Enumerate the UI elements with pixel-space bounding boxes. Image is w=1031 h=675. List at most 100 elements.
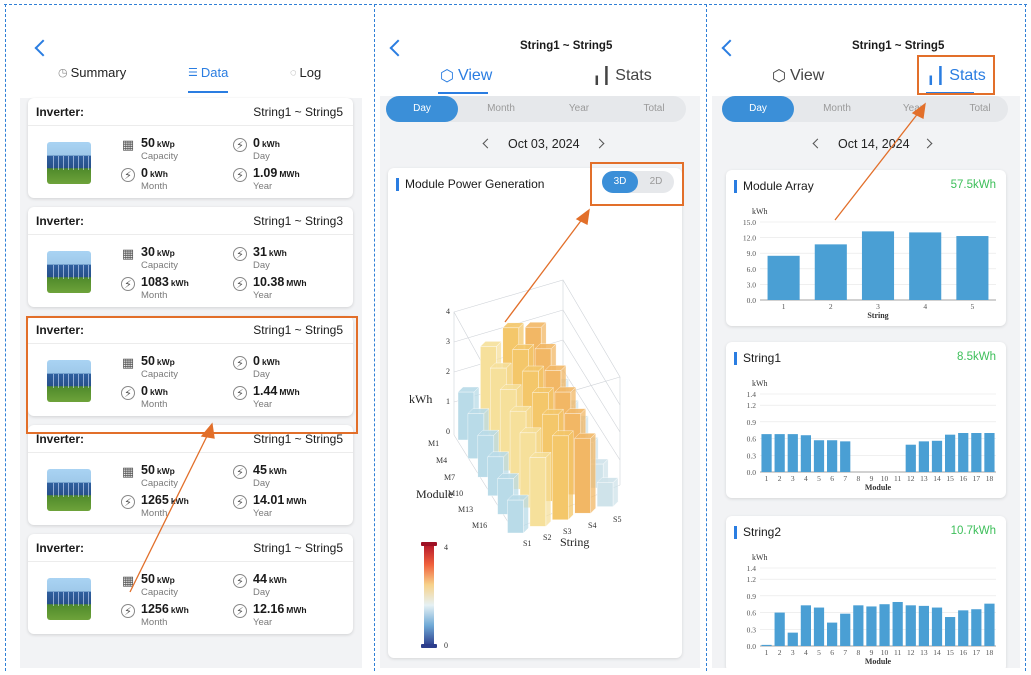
metric: ⚡ 31 kWh Day (233, 245, 287, 272)
color-scale-top-handle[interactable] (421, 542, 437, 546)
x-tick-s5: S5 (613, 515, 621, 524)
x-axis-label: Module (865, 657, 892, 666)
color-scale-bottom-handle[interactable] (421, 644, 437, 648)
bar (787, 632, 798, 646)
period-year[interactable]: Year (546, 96, 612, 122)
bar (840, 613, 851, 646)
x-tick-label: 5 (817, 648, 821, 657)
tab-log[interactable]: ◌ Log (290, 65, 321, 80)
period-total[interactable]: Total (622, 96, 686, 122)
bar-3d-front (507, 499, 524, 534)
metric: ⚡ 1083 kWh Month (121, 275, 189, 302)
metric: ⚡ 1265 kWh Month (121, 493, 189, 520)
y-tick-label: 1.2 (747, 401, 757, 410)
period-day[interactable]: Day (386, 96, 458, 122)
x-tick-label: 3 (791, 474, 795, 483)
metric-value: 1265 kWh (141, 493, 189, 507)
y-tick-label: 0.0 (747, 296, 757, 305)
bar (866, 606, 877, 646)
active-tab-underline (188, 91, 228, 93)
energy-icon: ⚡ (233, 168, 247, 182)
metric: ⚡ 1.09 MWh Year (233, 166, 300, 193)
y-tick-m13: M13 (458, 505, 473, 514)
bar (813, 440, 825, 472)
y-tick-label: 0.0 (747, 468, 757, 477)
period-month[interactable]: Month (802, 96, 872, 122)
tab-data[interactable]: ☰ Data (188, 65, 228, 80)
inverter-card[interactable]: Inverter: String1 ~ String5 ▦ 50 kWp Capa… (28, 98, 353, 198)
tab-view-label: View (789, 67, 825, 84)
metric-label: Day (253, 260, 270, 271)
card-title: String2 (743, 525, 782, 539)
metric: ⚡ 45 kWh Day (233, 463, 287, 490)
chat-icon: ◌ (290, 66, 297, 79)
tab-summary-label: Summary (70, 65, 127, 80)
panel-divider-1 (374, 4, 375, 671)
tab-summary[interactable]: ◷ Summary (58, 65, 126, 80)
y-tick-m7: M7 (444, 473, 455, 482)
x-tick-label: 16 (959, 648, 967, 657)
metric-label: Capacity (141, 587, 178, 598)
inverter-card[interactable]: Inverter: String1 ~ String3 ▦ 30 kWp Capa… (28, 207, 353, 307)
period-total[interactable]: Total (952, 96, 1008, 122)
metric-label: Month (141, 617, 168, 628)
metric-label: Day (253, 151, 270, 162)
x-tick-label: 15 (946, 648, 954, 657)
3d-bar-chart: 4 3 2 1 0 kWh M1 M4 M7 M10 M13 M16 Modul… (409, 279, 621, 650)
solar-panel-image (47, 578, 91, 620)
inverter-strings: String1 ~ String5 (253, 540, 343, 555)
inverter-label: Inverter: (36, 213, 85, 228)
bar-3d-side (568, 430, 574, 521)
x-tick-label: 2 (829, 302, 833, 311)
panel-divider-2 (706, 4, 707, 671)
bar-3d-front (552, 435, 569, 520)
metric-label: Day (253, 478, 270, 489)
x-tick-label: 1 (782, 302, 786, 311)
tab-view[interactable]: ⬡ View (772, 66, 824, 86)
x-tick-label: 4 (804, 474, 808, 483)
metric-value: 50 kWp (141, 463, 175, 477)
back-arrow-icon[interactable] (721, 39, 739, 57)
period-selector: Day Month Year Total (722, 96, 1008, 122)
tab-stats[interactable]: ╻┃ Stats (592, 66, 652, 86)
back-arrow-icon[interactable] (34, 39, 52, 57)
y-tick-m1: M1 (428, 439, 439, 448)
bar (840, 441, 851, 472)
scale-max-label: 4 (444, 543, 448, 552)
period-day[interactable]: Day (722, 96, 794, 122)
module-power-card: Module Power Generation 3D 2D 4 3 2 1 0 … (388, 168, 682, 658)
period-month[interactable]: Month (466, 96, 536, 122)
metric: ▦ 30 kWp Capacity (121, 245, 178, 272)
cube-icon: ⬡ (772, 68, 786, 85)
energy-icon: ⚡ (121, 604, 135, 618)
metric-value: 12.16 MWh (253, 602, 307, 616)
inverter-card[interactable]: Inverter: String1 ~ String5 ▦ 50 kWp Capa… (28, 534, 353, 634)
metric: ▦ 50 kWp Capacity (121, 136, 178, 163)
back-arrow-icon[interactable] (389, 39, 407, 57)
y-tick-label: 1.2 (747, 575, 757, 584)
bar (892, 601, 903, 646)
tab-view[interactable]: ⬡ View (440, 66, 492, 86)
stats-screen: String1 ~ String5 ⬡ View ╻┃ Stats Day Mo… (712, 8, 1020, 668)
string1-card: String1 8.5kWh kWh 0.0 0.3 0.6 0.9 1.2 1.4 1 2 3 4… (726, 342, 1006, 498)
y-tick-label: 6.0 (747, 265, 757, 274)
scale-min-label: 0 (444, 641, 448, 650)
bar (905, 605, 916, 646)
panel-icon: ▦ (121, 246, 135, 261)
color-scale-bar (424, 544, 434, 646)
card-title-accent (734, 526, 737, 539)
x-tick-label: 13 (920, 648, 928, 657)
metric-value: 31 kWh (253, 245, 287, 259)
x-tick-label: 1 (765, 474, 769, 483)
card-title: Module Power Generation (405, 177, 545, 191)
period-year[interactable]: Year (880, 96, 946, 122)
energy-icon: ⚡ (121, 168, 135, 182)
x-tick-label: 4 (804, 648, 808, 657)
inverter-card[interactable]: Inverter: String1 ~ String5 ▦ 50 kWp Capa… (28, 425, 353, 525)
string1-bar-chart: kWh0.00.30.60.91.21.41 2 3 4 5 6 7 8 9 10 11 12 13 14… (747, 379, 996, 492)
metric-label: Day (253, 587, 270, 598)
metric-value: 50 kWp (141, 136, 175, 150)
metric-value: 1.09 MWh (253, 166, 300, 180)
y-tick-label: 0.6 (747, 435, 757, 444)
x-tick-label: 10 (881, 474, 889, 483)
